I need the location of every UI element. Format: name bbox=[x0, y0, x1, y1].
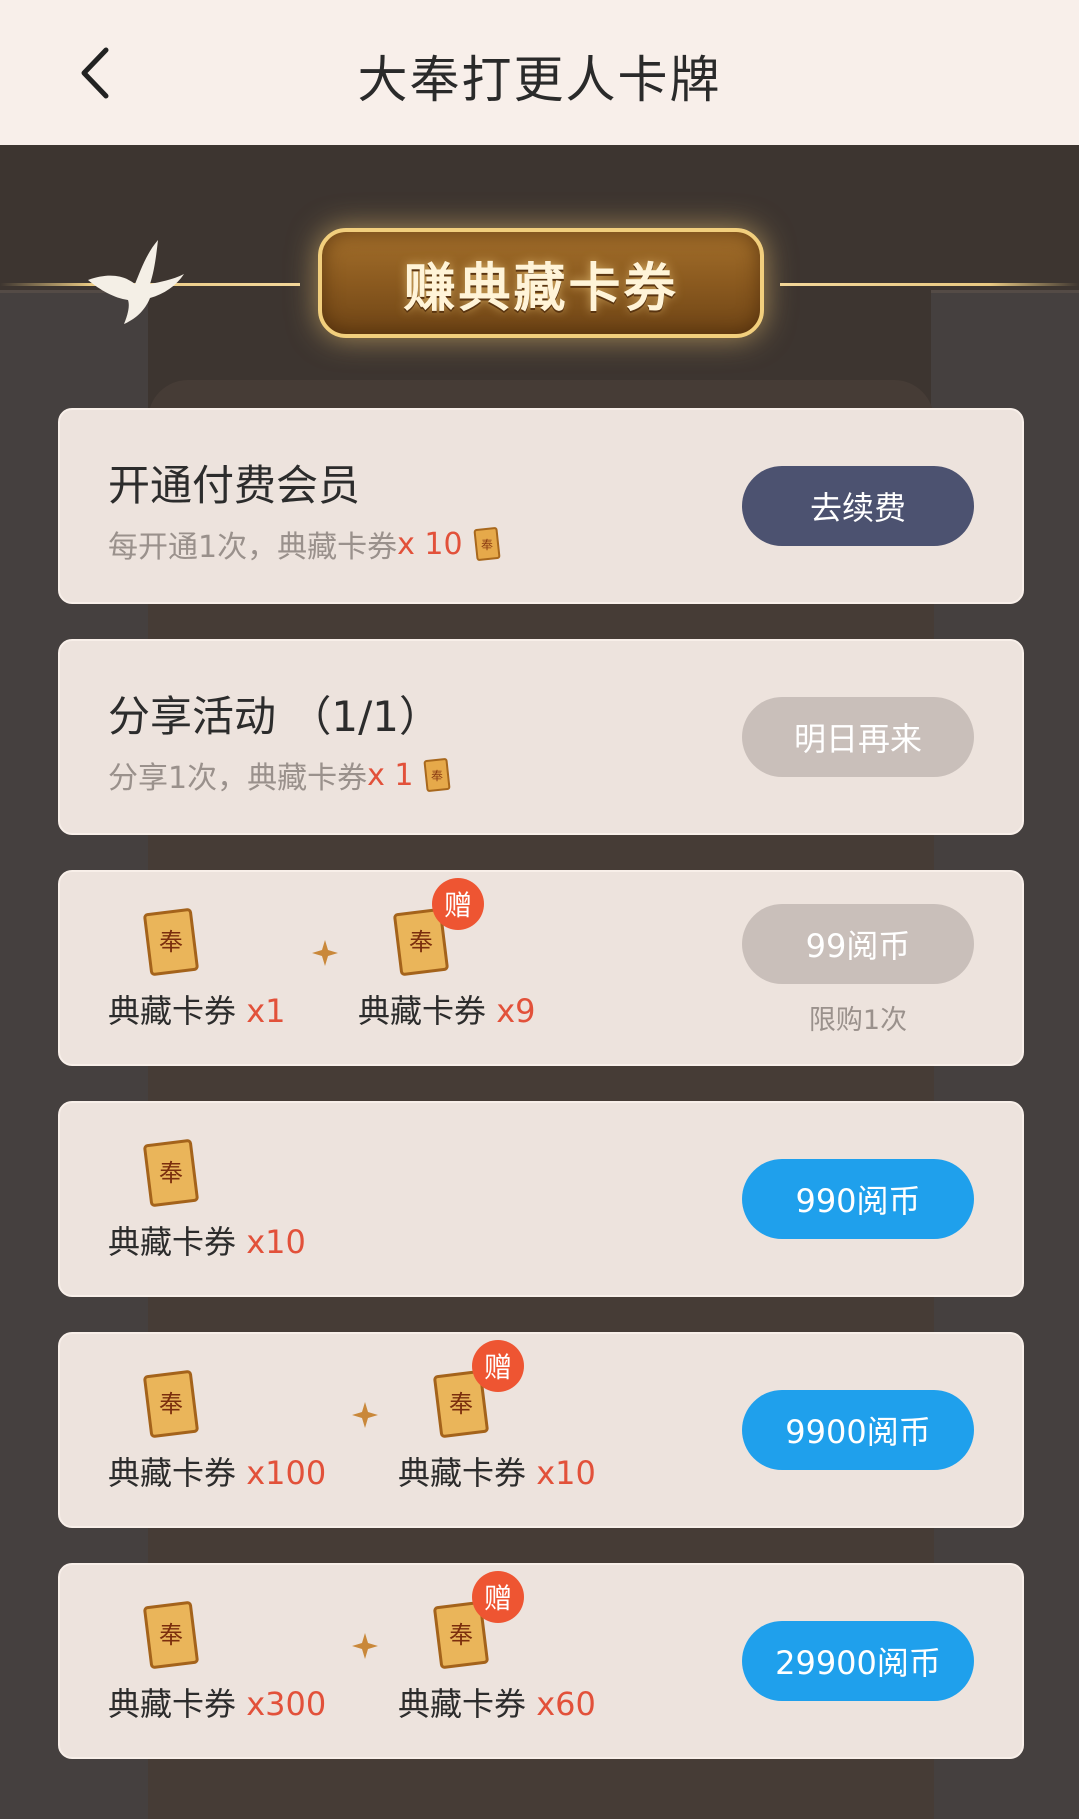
task-card-share: 分享活动 （1/1） 分享1次，典藏卡券 x 1 奉 明日再来 bbox=[58, 639, 1024, 835]
task-title: 开通付费会员 bbox=[108, 461, 361, 510]
banner-plaque: 赚典藏卡券 bbox=[318, 228, 764, 338]
pack-item-label: 典藏卡券 x10 bbox=[398, 1454, 596, 1492]
plus-icon bbox=[352, 1633, 378, 1659]
pack-item-label: 典藏卡券 x9 bbox=[358, 992, 536, 1030]
svg-text:奉: 奉 bbox=[431, 769, 443, 783]
task-card-membership: 开通付费会员 每开通1次，典藏卡券 x 10 奉 去续费 bbox=[58, 408, 1024, 604]
pack-item-label: 典藏卡券 x10 bbox=[108, 1223, 306, 1261]
task-reward: x 1 bbox=[367, 757, 414, 793]
buy-29900-button[interactable]: 29900阅币 bbox=[742, 1621, 974, 1701]
card-ticket-icon: 奉 bbox=[143, 1601, 199, 1669]
renew-button[interactable]: 去续费 bbox=[742, 466, 974, 546]
purchase-limit-note: 限购1次 bbox=[808, 1005, 908, 1036]
gift-badge: 赠 bbox=[472, 1571, 524, 1623]
svg-text:奉: 奉 bbox=[481, 538, 493, 552]
task-subtitle: 分享1次，典藏卡券 x 1 奉 bbox=[108, 753, 451, 797]
card-ticket-icon: 奉 bbox=[473, 527, 500, 561]
svg-text:奉: 奉 bbox=[159, 1159, 183, 1187]
pack-card-9900: 奉 典藏卡券 x100 奉 赠 典藏卡券 x10 9900阅币 bbox=[58, 1332, 1024, 1528]
task-subtitle-text: 每开通1次，典藏卡券 bbox=[108, 530, 398, 565]
pack-card-99: 奉 典藏卡券 x1 奉 赠 典藏卡券 x9 99阅币 限购1次 bbox=[58, 870, 1024, 1066]
svg-text:奉: 奉 bbox=[159, 928, 183, 956]
pack-item-label: 典藏卡券 x300 bbox=[108, 1685, 327, 1723]
pack-card-29900: 奉 典藏卡券 x300 奉 赠 典藏卡券 x60 29900阅币 bbox=[58, 1563, 1024, 1759]
page-title: 大奉打更人卡牌 bbox=[357, 51, 722, 109]
plus-icon bbox=[352, 1402, 378, 1428]
plus-icon bbox=[312, 940, 338, 966]
task-reward: x 10 bbox=[397, 526, 463, 562]
card-ticket-icon: 奉 bbox=[424, 758, 451, 792]
pack-item-label: 典藏卡券 x1 bbox=[108, 992, 286, 1030]
banner-line-right bbox=[780, 283, 1079, 286]
svg-text:奉: 奉 bbox=[159, 1390, 183, 1418]
gift-badge: 赠 bbox=[472, 1340, 524, 1392]
buy-9900-button[interactable]: 9900阅币 bbox=[742, 1390, 974, 1470]
task-subtitle: 每开通1次，典藏卡券 x 10 奉 bbox=[108, 522, 501, 566]
pack-item-label: 典藏卡券 x60 bbox=[398, 1685, 596, 1723]
top-bar: 大奉打更人卡牌 bbox=[0, 0, 1079, 145]
card-ticket-icon: 奉 bbox=[143, 908, 199, 976]
svg-text:奉: 奉 bbox=[159, 1621, 183, 1649]
card-ticket-icon: 奉 bbox=[143, 1139, 199, 1207]
svg-text:奉: 奉 bbox=[449, 1390, 473, 1418]
banner-title: 赚典藏卡券 bbox=[403, 258, 679, 319]
task-subtitle-text: 分享1次，典藏卡券 bbox=[108, 761, 368, 796]
buy-990-button[interactable]: 990阅币 bbox=[742, 1159, 974, 1239]
svg-text:奉: 奉 bbox=[409, 928, 433, 956]
banner: 赚典藏卡券 bbox=[0, 210, 1079, 360]
come-back-tomorrow-button[interactable]: 明日再来 bbox=[742, 697, 974, 777]
gift-badge: 赠 bbox=[432, 878, 484, 930]
svg-text:奉: 奉 bbox=[449, 1621, 473, 1649]
buy-99-button[interactable]: 99阅币 bbox=[742, 904, 974, 984]
pack-card-990: 奉 典藏卡券 x10 990阅币 bbox=[58, 1101, 1024, 1297]
task-title: 分享活动 （1/1） bbox=[108, 692, 441, 741]
pack-item-label: 典藏卡券 x100 bbox=[108, 1454, 327, 1492]
card-ticket-icon: 奉 bbox=[143, 1370, 199, 1438]
dove-icon bbox=[88, 240, 184, 324]
